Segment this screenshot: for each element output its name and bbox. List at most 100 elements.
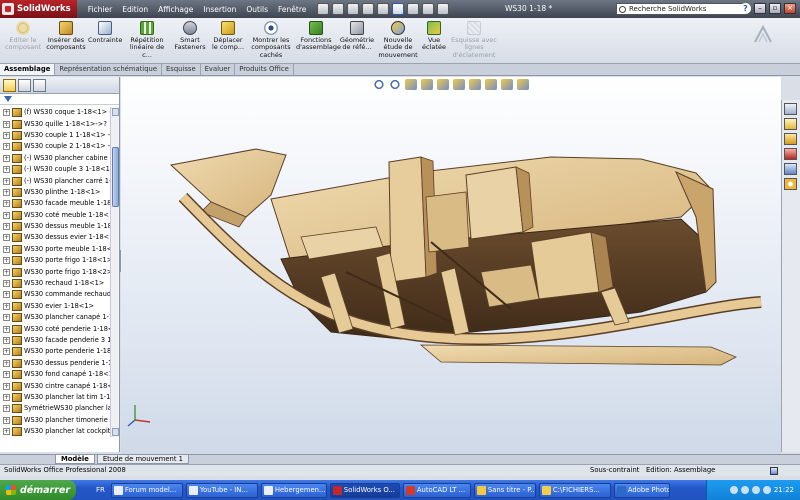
tree-item[interactable]: + WS30 porte frigo 1-18<2> [0, 266, 110, 277]
configuration-manager-tab-icon[interactable] [33, 79, 46, 92]
expand-toggle-icon[interactable]: + [3, 211, 10, 219]
scroll-up-arrow-icon[interactable] [112, 108, 119, 116]
taskbar-item-paint[interactable]: Sans titre - P... [473, 482, 536, 498]
taskbar-item-hebergement[interactable]: Hebergemen... [260, 482, 327, 498]
solidworks-resources-icon[interactable] [784, 103, 797, 115]
menu-fichier[interactable]: Fichier [83, 5, 118, 14]
save-icon[interactable] [347, 3, 360, 15]
expand-toggle-icon[interactable]: + [3, 371, 10, 379]
close-button[interactable]: × [784, 3, 796, 14]
menu-fenetre[interactable]: Fenêtre [273, 5, 311, 14]
status-options-icon[interactable] [770, 467, 778, 475]
tree-filter[interactable] [0, 94, 119, 105]
start-button[interactable]: démarrer [0, 480, 76, 500]
expand-toggle-icon[interactable]: + [3, 166, 10, 174]
tree-item[interactable]: + WS30 commande rechaud [0, 289, 110, 300]
expand-toggle-icon[interactable]: + [3, 291, 10, 299]
undo-icon[interactable] [377, 3, 390, 15]
solidworks-logo[interactable]: SolidWorks [0, 0, 77, 18]
taskbar-item-solidworks[interactable]: SolidWorks O... [329, 482, 400, 498]
taskbar-item-forum[interactable]: Forum model... [110, 482, 183, 498]
menu-edition[interactable]: Edition [117, 5, 153, 14]
tree-item[interactable]: + WS30 porte penderie 1-18 [0, 346, 110, 357]
tree-item[interactable]: + WS30 plancher timonerie 1 [0, 415, 110, 426]
menu-affichage[interactable]: Affichage [153, 5, 198, 14]
tab-assemblage[interactable]: Assemblage [0, 64, 56, 75]
tree-item[interactable]: + WS30 coté meuble 1-18< [0, 210, 110, 221]
tree-item[interactable]: + (-) WS30 couple 3 1-18<1 [0, 164, 110, 175]
taskbar-item-autocad[interactable]: AutoCAD LT ... [402, 482, 471, 498]
tree-item[interactable]: + WS30 couple 2 1-18<1> - [0, 141, 110, 152]
expand-toggle-icon[interactable]: + [3, 280, 10, 288]
expand-toggle-icon[interactable]: + [3, 428, 10, 436]
appearances-scenes-icon[interactable] [784, 178, 797, 190]
expand-toggle-icon[interactable]: + [3, 245, 10, 253]
tray-update-icon[interactable] [762, 486, 771, 494]
expand-toggle-icon[interactable]: + [3, 348, 10, 356]
tab-esquisse[interactable]: Esquisse [162, 64, 201, 75]
scroll-thumb[interactable] [112, 147, 119, 207]
tree-item[interactable]: + WS30 dessus evier 1-18<1 [0, 232, 110, 243]
smart-fasteners-button[interactable]: Smart Fasteners [172, 21, 208, 52]
tree-item[interactable]: + (-) WS30 plancher carré 1- [0, 175, 110, 186]
menu-outils[interactable]: Outils [241, 5, 273, 14]
expand-toggle-icon[interactable]: + [3, 405, 10, 413]
expand-toggle-icon[interactable]: + [3, 325, 10, 333]
expand-toggle-icon[interactable]: + [3, 143, 10, 151]
restore-button[interactable]: ▫ [769, 3, 781, 14]
expand-toggle-icon[interactable]: + [3, 223, 10, 231]
assembly-functions-button[interactable]: Fonctions d'assemblage [296, 21, 341, 52]
tree-item[interactable]: + WS30 plancher canapé 1-18 [0, 312, 110, 323]
tree-item[interactable]: + (f) WS30 coque 1-18<1> ( [0, 107, 110, 118]
tree-item[interactable]: + WS30 plancher lat tim 1-18 [0, 392, 110, 403]
tree-item[interactable]: + WS30 facade meuble 1-18 [0, 198, 110, 209]
expand-toggle-icon[interactable]: + [3, 393, 10, 401]
feature-tree-tab-icon[interactable] [3, 79, 16, 92]
expand-toggle-icon[interactable]: + [3, 302, 10, 310]
expand-toggle-icon[interactable]: + [3, 268, 10, 276]
property-manager-tab-icon[interactable] [18, 79, 31, 92]
expand-toggle-icon[interactable]: + [3, 177, 10, 185]
expand-toggle-icon[interactable]: + [3, 359, 10, 367]
search-results-icon[interactable] [784, 148, 797, 160]
open-folder-icon[interactable] [332, 3, 345, 15]
tab-representation-schematique[interactable]: Représentation schématique [55, 64, 163, 75]
linear-repeat-button[interactable]: Répétition linéaire de c... [124, 21, 170, 59]
show-hidden-components-button[interactable]: Montrer les composants cachés [248, 21, 294, 59]
scroll-down-arrow-icon[interactable] [112, 428, 119, 436]
expand-toggle-icon[interactable]: + [3, 234, 10, 242]
file-explorer-icon[interactable] [784, 133, 797, 145]
expand-toggle-icon[interactable]: + [3, 131, 10, 139]
file-properties-icon[interactable] [422, 3, 435, 15]
edit-component-button[interactable]: Editer le composant [2, 21, 44, 52]
help-button[interactable]: ? [740, 3, 751, 14]
tree-item[interactable]: + WS30 dessus meuble 1-18 [0, 221, 110, 232]
tree-scrollbar[interactable] [110, 107, 119, 437]
tab-evaluer[interactable]: Evaluer [201, 64, 236, 75]
tree-item[interactable]: + WS30 couple 1 1-18<1> - [0, 130, 110, 141]
tree-item[interactable]: + WS30 rechaud 1-18<1> [0, 278, 110, 289]
new-document-icon[interactable] [317, 3, 330, 15]
expand-toggle-icon[interactable]: + [3, 109, 10, 117]
tree-item[interactable]: + WS30 quille 1-18<1>->? [0, 118, 110, 129]
taskbar-item-youtube[interactable]: YouTube - IN... [185, 482, 258, 498]
menu-insertion[interactable]: Insertion [198, 5, 241, 14]
print-icon[interactable] [362, 3, 375, 15]
tab-produits-office[interactable]: Produits Office [235, 64, 294, 75]
search-input[interactable]: Recherche SolidWorks [616, 3, 746, 15]
expand-toggle-icon[interactable]: + [3, 314, 10, 322]
language-indicator[interactable]: FR [96, 486, 105, 494]
explode-line-sketch-button[interactable]: Esquisse avec lignes d'éclatement [450, 21, 498, 59]
taskbar-item-folder[interactable]: C:\FICHIERS... [538, 482, 611, 498]
expand-toggle-icon[interactable]: + [3, 200, 10, 208]
expand-toggle-icon[interactable]: + [3, 154, 10, 162]
tree-item[interactable]: + WS30 porte meuble 1-18< [0, 244, 110, 255]
tree-item[interactable]: + WS30 coté penderie 1-18< [0, 323, 110, 334]
design-library-icon[interactable] [784, 118, 797, 130]
tree-item[interactable]: + WS30 fond canapé 1-18<1 [0, 369, 110, 380]
options-gear-icon[interactable] [437, 3, 450, 15]
reference-geometry-button[interactable]: Géométrie de réfé... [338, 21, 376, 52]
exploded-view-button[interactable]: Vue éclatée [420, 21, 448, 52]
select-arrow-icon[interactable] [392, 3, 405, 15]
expand-toggle-icon[interactable]: + [3, 416, 10, 424]
